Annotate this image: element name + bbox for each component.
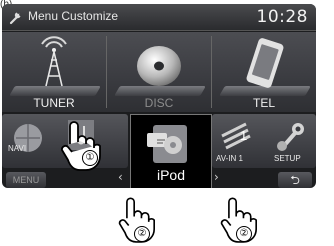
antenna-tower-icon bbox=[41, 36, 67, 87]
disc-label: DISC bbox=[144, 96, 174, 110]
ipod-label: iPod bbox=[156, 167, 186, 183]
screen-title: Menu Customize bbox=[28, 9, 119, 23]
step-callout: ② bbox=[134, 226, 150, 242]
menu-button[interactable]: MENU bbox=[6, 172, 46, 188]
back-button[interactable]: ⮌ bbox=[278, 172, 312, 188]
setup-wrench-icon bbox=[277, 123, 304, 151]
receiver-screen: Menu Customize 10:28 TUNER DISC TEL NAVI… bbox=[2, 4, 316, 188]
title-bar: Menu Customize 10:28 bbox=[2, 4, 316, 31]
ipod-tile[interactable]: iPod bbox=[130, 114, 212, 188]
disc-tile[interactable]: DISC bbox=[107, 32, 211, 112]
touch-hand-icon bbox=[61, 121, 101, 171]
tuner-label: TUNER bbox=[33, 96, 75, 110]
tuner-tile[interactable]: TUNER bbox=[2, 32, 106, 112]
tel-tile[interactable]: TEL bbox=[212, 32, 316, 112]
navi-label: NAVI bbox=[8, 144, 27, 153]
step-callout: ① bbox=[82, 150, 98, 166]
next-arrow-button[interactable]: › bbox=[214, 170, 219, 184]
source-row: TUNER DISC TEL bbox=[2, 32, 316, 112]
wrench-icon bbox=[9, 12, 21, 25]
av-in-label: AV-IN 1 bbox=[216, 154, 243, 163]
tel-label: TEL bbox=[252, 96, 275, 110]
setup-label: SETUP bbox=[274, 154, 301, 163]
clock: 10:28 bbox=[256, 7, 308, 27]
shortcut-row: NAVI iPod 1 AV-IN 1 SETUP MENU ‹ › ⮌ bbox=[2, 114, 316, 188]
phone-icon bbox=[246, 38, 284, 88]
disc-icon bbox=[137, 46, 181, 86]
ipod-icon bbox=[147, 125, 187, 163]
av-input-number: 1 bbox=[240, 128, 248, 143]
av-cable-icon bbox=[221, 122, 251, 150]
av-setup-panel[interactable]: 1 AV-IN 1 SETUP bbox=[212, 114, 316, 168]
step-callout: ② bbox=[236, 226, 252, 242]
prev-arrow-button[interactable]: ‹ bbox=[118, 170, 123, 184]
